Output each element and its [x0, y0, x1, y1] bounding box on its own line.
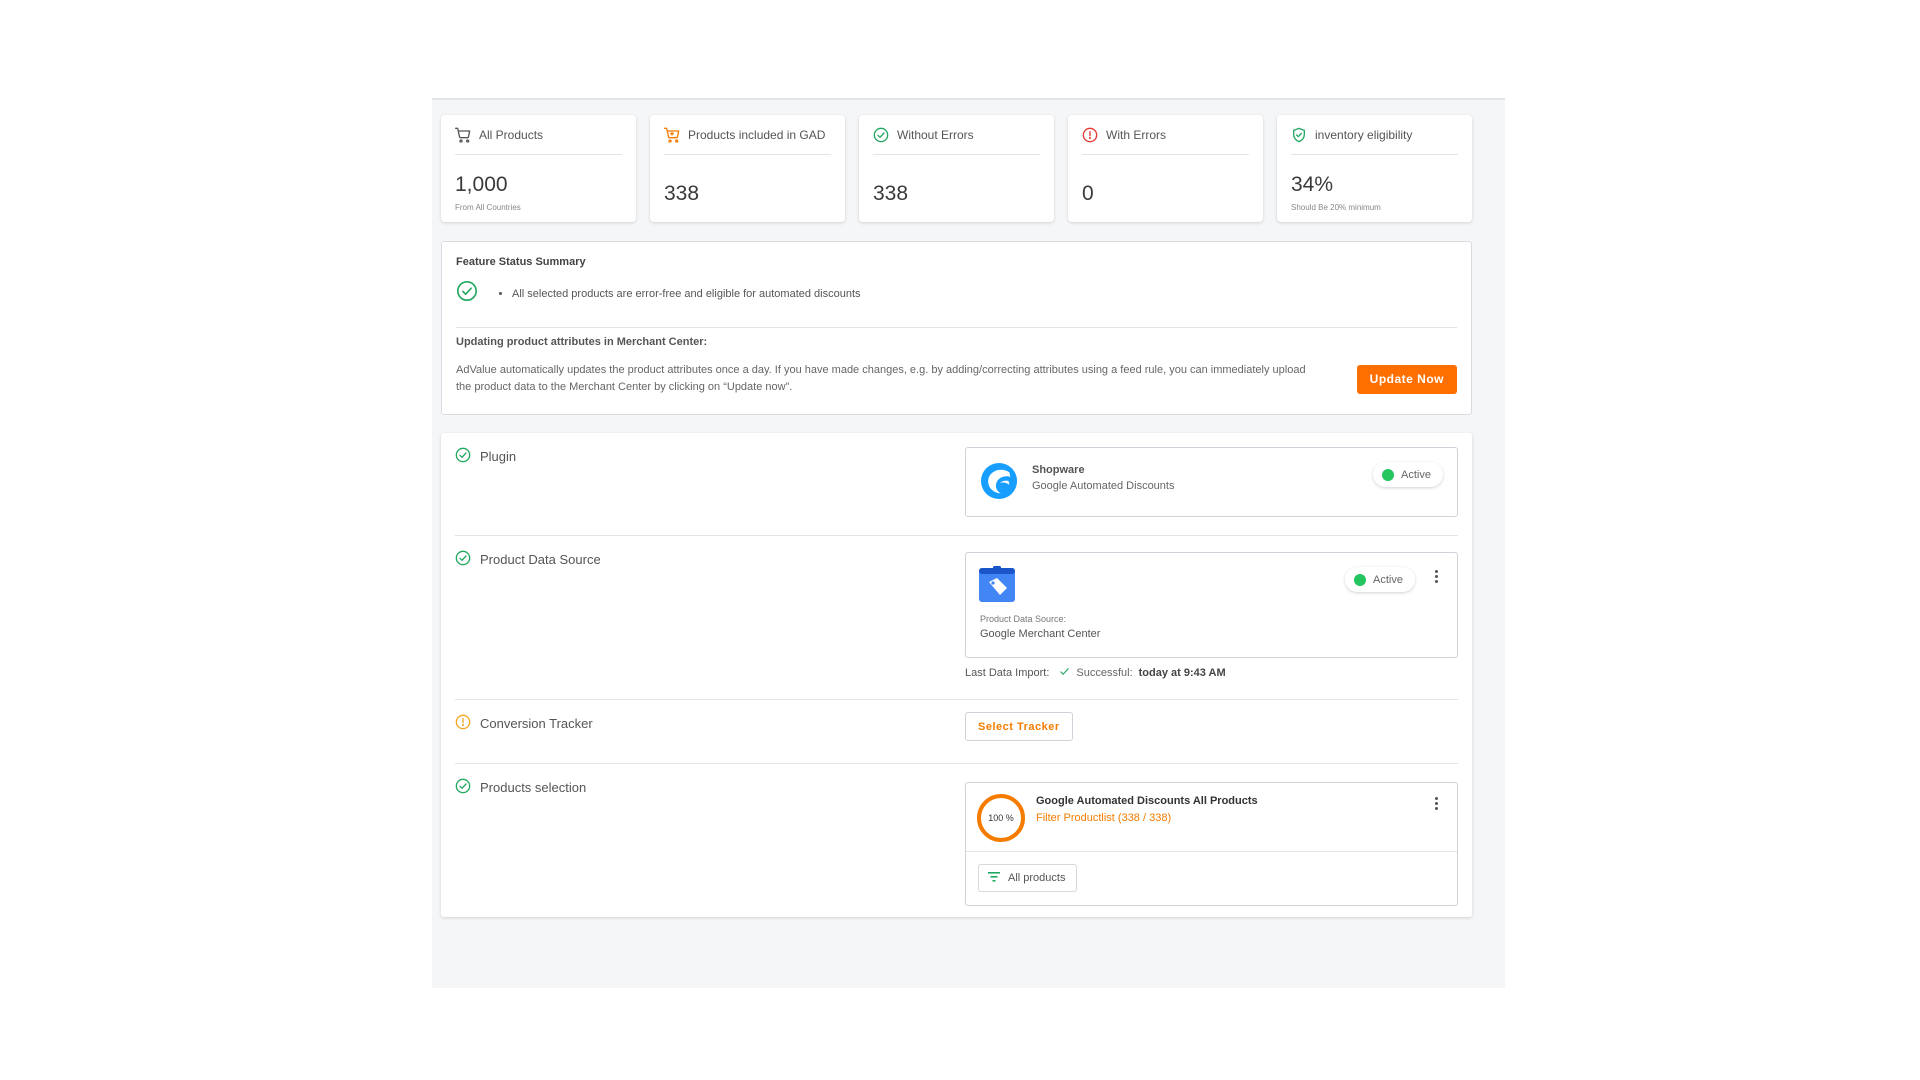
stat-value: 0: [1082, 182, 1094, 205]
stat-card-products-gad: Products included in GAD 338: [650, 115, 845, 222]
status-dot: [1354, 573, 1367, 586]
plugin-card: Shopware Google Automated Discounts Acti…: [965, 447, 1458, 517]
setup-row-products-selection: Products selection 100 % Google Automate…: [455, 764, 1458, 917]
divider: [966, 851, 1457, 852]
plugin-name: Shopware: [1032, 464, 1085, 476]
merchant-center-logo-icon: [979, 566, 1015, 607]
warning-circle-icon: [455, 714, 471, 733]
stat-label: Without Errors: [897, 127, 974, 142]
feature-status-bullet: All selected products are error-free and…: [512, 288, 861, 300]
stats-row: All Products 1,000 From All Countries Pr…: [441, 115, 1472, 222]
setup-row-label: Products selection: [480, 780, 587, 795]
filter-productlist-link[interactable]: Filter Productlist (338 / 338): [1036, 812, 1258, 824]
shopware-logo-icon: [980, 462, 1018, 505]
feature-status-title: Feature Status Summary: [456, 256, 586, 268]
status-badge: Active: [1373, 462, 1443, 487]
stat-sub: Should Be 20% minimum: [1291, 203, 1381, 212]
stat-label: Products included in GAD: [688, 127, 826, 142]
check-circle-icon: [873, 127, 889, 143]
update-now-button[interactable]: Update Now: [1356, 364, 1457, 394]
data-source-card: Active Product Data Source: Google Merch…: [965, 552, 1458, 658]
data-source-name: Google Merchant Center: [980, 628, 1101, 640]
last-import-info: Last Data Import: Successful: today at 9…: [965, 666, 1226, 680]
more-options-icon[interactable]: [1429, 568, 1443, 584]
import-time: today at 9:43 AM: [1138, 667, 1226, 679]
product-list-title: Google Automated Discounts All Products: [1036, 795, 1258, 807]
status-badge: Active: [1345, 567, 1415, 592]
setup-row-plugin: Plugin Shopware Google Automated Discoun…: [455, 433, 1458, 536]
setup-row-label: Product Data Source: [480, 552, 601, 567]
shield-check-icon: [1291, 127, 1307, 143]
update-title: Updating product attributes in Merchant …: [456, 336, 708, 348]
stat-value: 34%: [1291, 173, 1334, 196]
import-status: Successful:: [1076, 667, 1133, 679]
setup-row-label: Conversion Tracker: [480, 716, 593, 731]
progress-percent: 100 %: [988, 813, 1014, 823]
cart-icon: [664, 127, 680, 143]
more-options-icon[interactable]: [1429, 795, 1443, 811]
status-dot: [1382, 468, 1395, 481]
product-list-card: 100 % Google Automated Discounts All Pro…: [965, 782, 1458, 906]
app-frame: All Products 1,000 From All Countries Pr…: [432, 98, 1505, 988]
stat-label: All Products: [479, 127, 544, 142]
filter-icon: [988, 871, 1000, 885]
progress-ring: 100 %: [976, 793, 1026, 843]
stat-card-without-errors: Without Errors 338: [859, 115, 1054, 222]
checkmark-icon: [1059, 666, 1070, 680]
check-circle-icon: [456, 280, 478, 307]
stat-value: 338: [873, 182, 909, 205]
all-products-chip[interactable]: All products: [978, 864, 1078, 892]
cart-icon: [455, 127, 471, 143]
setup-row-data-source: Product Data Source Active Product Data …: [455, 536, 1458, 700]
error-circle-icon: [1082, 127, 1098, 143]
stat-card-all-products: All Products 1,000 From All Countries: [441, 115, 636, 222]
stat-card-inventory-eligibility: inventory eligibility 34% Should Be 20% …: [1277, 115, 1472, 222]
data-source-caption: Product Data Source:: [980, 614, 1067, 624]
setup-row-label: Plugin: [480, 449, 517, 464]
check-circle-icon: [455, 778, 471, 797]
update-description: AdValue automatically updates the produc…: [456, 364, 1306, 393]
stat-value: 1,000: [455, 173, 508, 196]
setup-panel: Plugin Shopware Google Automated Discoun…: [441, 433, 1472, 917]
select-tracker-button[interactable]: Select Tracker: [965, 712, 1073, 741]
setup-row-conversion-tracker: Conversion Tracker Select Tracker: [455, 700, 1458, 764]
stat-label: inventory eligibility: [1315, 127, 1413, 142]
stat-label: With Errors: [1106, 127, 1166, 142]
plugin-description: Google Automated Discounts: [1032, 480, 1175, 492]
stat-sub: From All Countries: [455, 203, 521, 212]
feature-status-panel: Feature Status Summary All selected prod…: [441, 241, 1472, 415]
check-circle-icon: [455, 447, 471, 466]
stat-value: 338: [664, 182, 700, 205]
stat-card-with-errors: With Errors 0: [1068, 115, 1263, 222]
check-circle-icon: [455, 550, 471, 569]
divider: [456, 327, 1457, 328]
